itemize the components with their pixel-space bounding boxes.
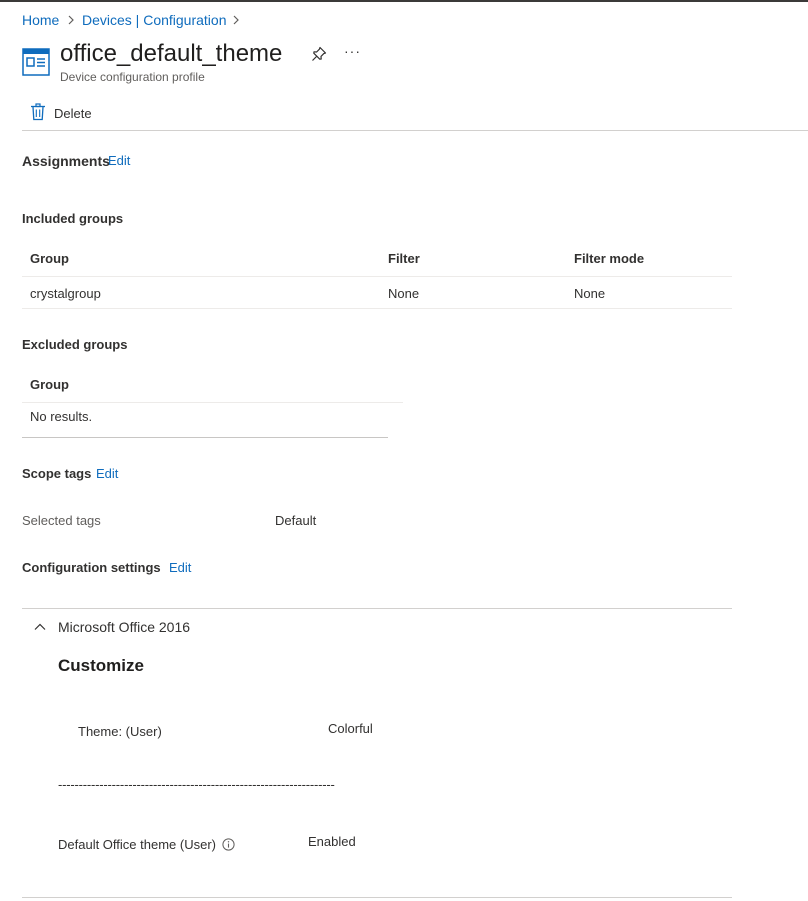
top-border xyxy=(0,0,808,2)
breadcrumb-devices[interactable]: Devices | Configuration xyxy=(82,12,226,28)
info-icon[interactable] xyxy=(222,838,235,856)
subcategory-title: Customize xyxy=(58,656,144,675)
delete-icon[interactable] xyxy=(30,103,46,121)
section-divider xyxy=(22,608,732,609)
column-header-group: Group xyxy=(30,377,69,392)
assignments-edit-link[interactable]: Edit xyxy=(108,153,130,168)
device-config-icon xyxy=(22,48,50,76)
default-theme-setting-value: Enabled xyxy=(308,834,356,849)
empty-results-text: No results. xyxy=(30,409,93,424)
excluded-groups-heading: Excluded groups xyxy=(22,337,128,352)
theme-setting-label: Theme: (User) xyxy=(78,724,162,739)
toolbar-divider xyxy=(22,130,808,131)
breadcrumb-chevron-icon xyxy=(232,13,240,32)
table-divider xyxy=(22,308,732,309)
setting-dashed-divider: ----------------------------------------… xyxy=(58,777,335,792)
page-subtitle: Device configuration profile xyxy=(60,70,205,84)
table-divider xyxy=(22,402,403,403)
table-divider xyxy=(22,437,388,438)
included-groups-heading: Included groups xyxy=(22,211,124,226)
more-options-icon[interactable]: ··· xyxy=(344,43,361,59)
pin-icon[interactable] xyxy=(311,46,327,62)
table-divider xyxy=(22,276,732,277)
theme-setting-value: Colorful xyxy=(328,721,373,736)
selected-tags-value: Default xyxy=(275,513,317,528)
collapse-chevron-icon[interactable] xyxy=(33,620,47,639)
category-header[interactable]: Microsoft Office 2016 xyxy=(58,619,190,635)
column-header-filter-mode: Filter mode xyxy=(574,251,645,266)
column-header-group: Group xyxy=(30,251,69,266)
breadcrumb-home[interactable]: Home xyxy=(22,12,59,28)
assignments-heading: Assignments xyxy=(22,153,110,169)
config-settings-edit-link[interactable]: Edit xyxy=(169,560,191,575)
page-title: office_default_theme xyxy=(60,40,283,67)
filter-cell: None xyxy=(388,286,420,301)
selected-tags-label: Selected tags xyxy=(22,513,101,528)
scope-tags-heading: Scope tags xyxy=(22,466,92,481)
filter-mode-cell: None xyxy=(574,286,606,301)
section-divider xyxy=(22,897,732,898)
delete-button[interactable]: Delete xyxy=(54,106,92,121)
breadcrumb-chevron-icon xyxy=(67,13,75,32)
config-settings-heading: Configuration settings xyxy=(22,560,161,575)
group-cell: crystalgroup xyxy=(30,286,101,301)
column-header-filter: Filter xyxy=(388,251,420,266)
scope-tags-edit-link[interactable]: Edit xyxy=(96,466,118,481)
default-theme-setting-label: Default Office theme (User) xyxy=(58,837,216,852)
